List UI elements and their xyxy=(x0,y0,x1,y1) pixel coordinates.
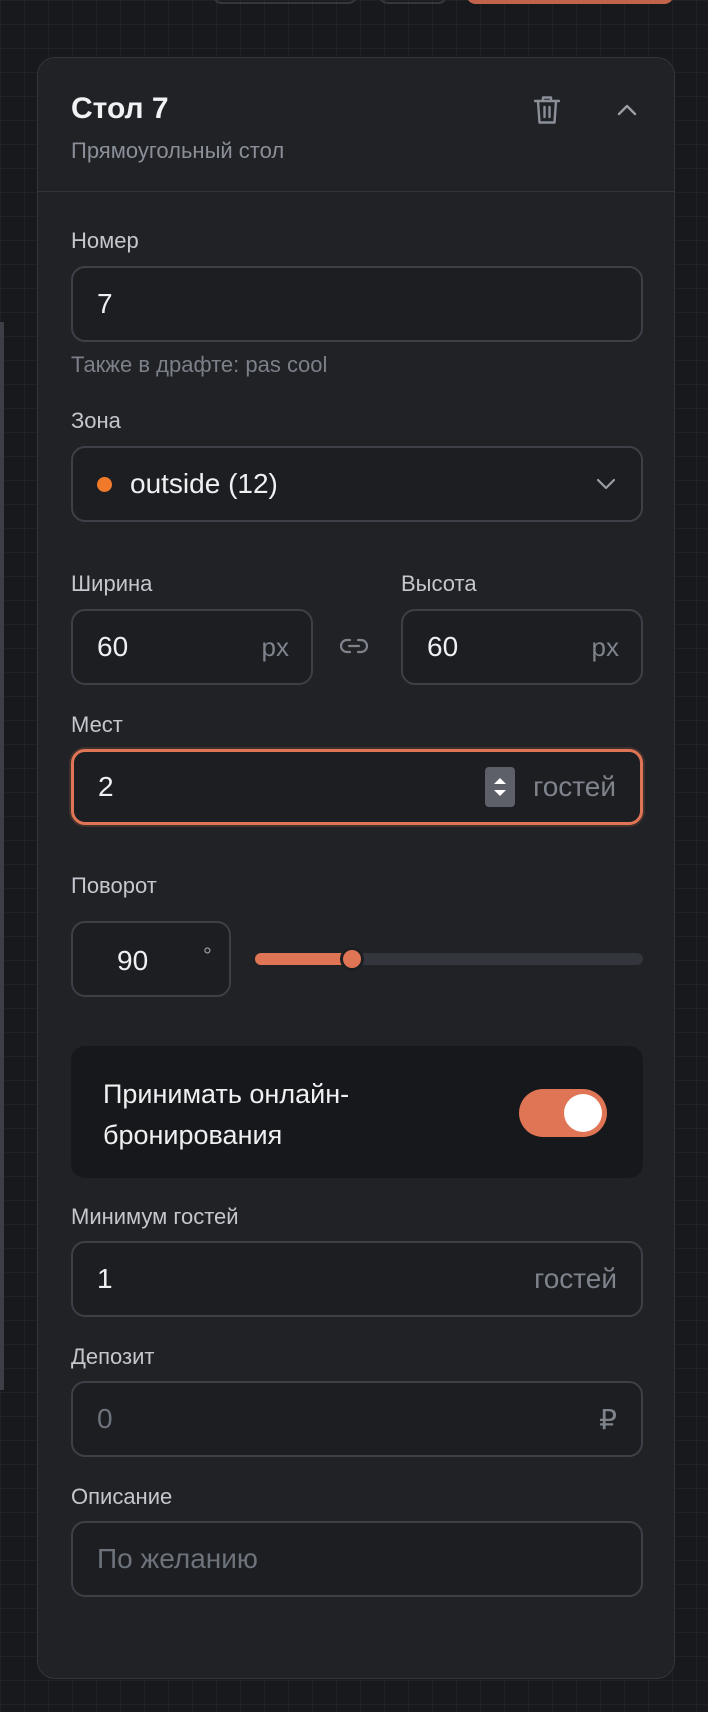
toolbar-button-partial[interactable] xyxy=(212,0,358,4)
height-value: 60 xyxy=(427,631,459,662)
deposit-placeholder: 0 xyxy=(97,1403,113,1434)
seats-input[interactable]: 2 гостей xyxy=(71,749,643,825)
rotation-label: Поворот xyxy=(71,873,157,898)
rotation-slider-thumb[interactable] xyxy=(340,947,364,971)
delete-button[interactable] xyxy=(525,88,569,132)
number-hint: Также в драфте: pas cool xyxy=(71,352,328,377)
zone-color-dot xyxy=(97,476,112,492)
description-input[interactable]: По желанию xyxy=(71,1521,643,1597)
online-booking-toggle[interactable] xyxy=(519,1089,607,1137)
chevron-up-icon xyxy=(617,104,637,116)
online-booking-card: Принимать онлайн-бронирования xyxy=(71,1046,643,1178)
deposit-currency: ₽ xyxy=(599,1403,617,1435)
width-unit: px xyxy=(261,631,289,662)
number-input[interactable]: 7 xyxy=(71,266,643,342)
deposit-input[interactable]: 0 ₽ xyxy=(71,1381,643,1457)
toolbar-button-partial[interactable] xyxy=(378,0,448,4)
stepper-up-icon[interactable] xyxy=(493,777,507,785)
zone-select[interactable]: outside (12) xyxy=(71,446,643,522)
zone-value: outside (12) xyxy=(130,468,278,499)
canvas-edge xyxy=(0,322,4,1390)
rotation-slider-fill xyxy=(255,953,352,965)
number-label: Номер xyxy=(71,228,139,253)
width-label: Ширина xyxy=(71,571,153,596)
seats-unit: гостей xyxy=(533,771,616,802)
panel-title: Стол 7 xyxy=(71,92,169,125)
trash-icon xyxy=(533,96,561,124)
table-properties-panel: Стол 7 Прямоугольный стол Номер 7 Также … xyxy=(37,57,675,1679)
min-guests-value: 1 xyxy=(97,1263,113,1294)
rotation-value: 90 xyxy=(117,945,149,976)
height-unit: px xyxy=(591,631,619,662)
number-value: 7 xyxy=(97,288,113,319)
min-guests-label: Минимум гостей xyxy=(71,1204,239,1229)
toolbar-primary-button-partial[interactable] xyxy=(466,0,674,4)
height-input[interactable]: 60 px xyxy=(401,609,643,685)
link-dimensions-button[interactable] xyxy=(339,634,369,663)
rotation-input[interactable]: 90 ° xyxy=(71,921,231,997)
min-guests-unit: гостей xyxy=(534,1263,617,1294)
rotation-unit: ° xyxy=(203,943,212,968)
toggle-knob xyxy=(564,1094,602,1132)
height-label: Высота xyxy=(401,571,477,596)
width-input[interactable]: 60 px xyxy=(71,609,313,685)
deposit-label: Депозит xyxy=(71,1344,155,1369)
collapse-button[interactable] xyxy=(605,88,649,132)
panel-header: Стол 7 Прямоугольный стол xyxy=(38,58,674,192)
description-placeholder: По желанию xyxy=(97,1543,258,1574)
seats-stepper[interactable] xyxy=(485,767,516,807)
stepper-down-icon[interactable] xyxy=(493,789,507,797)
chevron-down-icon xyxy=(596,478,616,490)
link-icon xyxy=(339,638,369,654)
rotation-slider[interactable] xyxy=(255,947,643,971)
description-label: Описание xyxy=(71,1484,173,1509)
width-value: 60 xyxy=(97,631,129,662)
panel-subtitle: Прямоугольный стол xyxy=(71,138,285,163)
seats-label: Мест xyxy=(71,712,123,737)
online-booking-label: Принимать онлайн-бронирования xyxy=(103,1079,350,1150)
seats-value: 2 xyxy=(98,771,114,802)
min-guests-input[interactable]: 1 гостей xyxy=(71,1241,643,1317)
zone-label: Зона xyxy=(71,408,121,433)
